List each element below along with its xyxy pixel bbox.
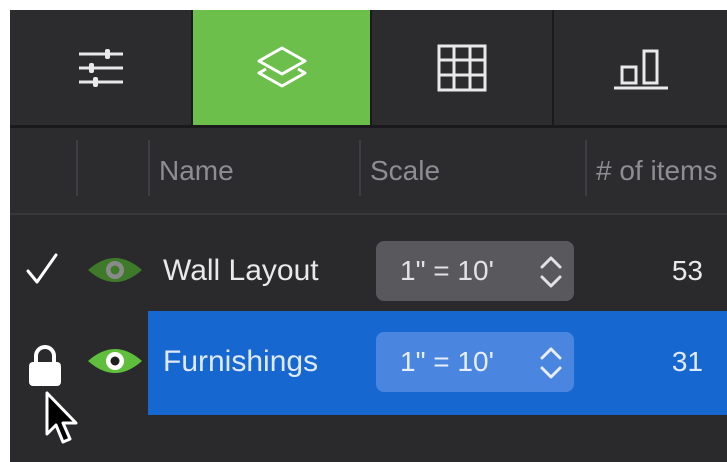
column-divider [148,140,150,196]
table-header: Name Scale # of items [10,128,727,213]
column-header-name[interactable]: Name [159,128,234,213]
scale-stepper[interactable]: 1" = 10' [376,332,574,392]
layers-icon [257,46,306,87]
layers-tab-button[interactable] [193,10,370,125]
item-count: 31 [671,346,703,377]
header-border [10,213,727,215]
table-row-selected[interactable]: Furnishings 1" = 10' 31 [10,311,727,415]
lock-icon[interactable] [27,343,63,387]
layer-name[interactable]: Furnishings [163,311,318,413]
visibility-eye-icon[interactable] [86,344,144,378]
layer-name[interactable]: Wall Layout [163,220,319,322]
grid-tab-button[interactable] [372,10,552,125]
column-header-scale[interactable]: Scale [370,128,440,213]
scale-value: 1" = 10' [400,346,494,377]
item-count: 53 [671,255,703,286]
column-divider [585,140,587,196]
column-header-items[interactable]: # of items [596,128,717,213]
panel-toolbar [10,10,727,128]
stepper-chevrons-icon[interactable] [538,253,564,291]
mouse-pointer-icon [45,391,78,444]
stepper-chevrons-icon[interactable] [538,344,564,382]
bar-chart-icon [613,49,668,89]
scale-value: 1" = 10' [400,255,494,286]
chart-tab-button[interactable] [554,10,727,125]
column-divider [359,140,361,196]
scale-stepper[interactable]: 1" = 10' [376,241,574,301]
checkmark-icon[interactable] [24,251,60,287]
layers-panel: Name Scale # of items Wall Layout 1" = 1… [10,10,727,462]
visibility-eye-icon[interactable] [86,253,144,287]
grid-icon [437,44,487,91]
settings-tab-button[interactable] [10,10,191,125]
column-divider [76,140,78,196]
sliders-icon [78,48,123,87]
table-row[interactable]: Wall Layout 1" = 10' 53 [10,220,727,322]
